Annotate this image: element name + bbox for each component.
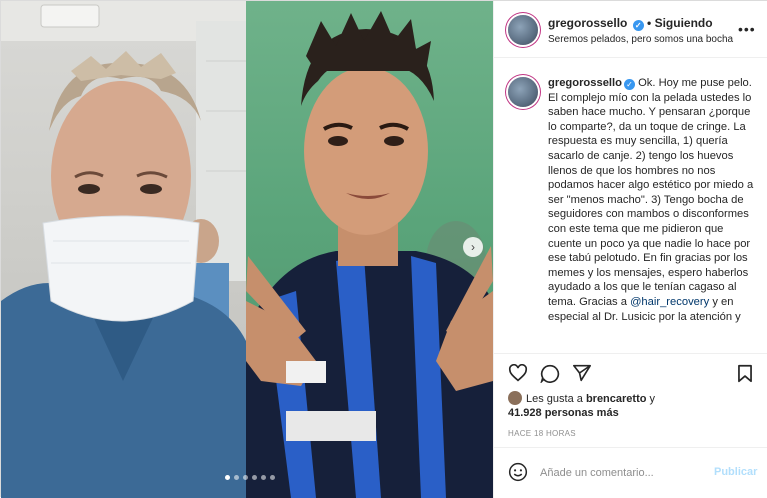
chevron-right-icon: › — [471, 240, 475, 254]
verified-badge-icon: ✓ — [632, 20, 644, 31]
carousel-dot — [270, 475, 275, 480]
verified-badge-icon: ✓ — [623, 79, 635, 90]
carousel-indicator — [225, 475, 275, 480]
carousel-dot — [261, 475, 266, 480]
comment-bubble-icon[interactable] — [540, 364, 560, 388]
post-photo-right — [246, 1, 493, 498]
like-heart-icon[interactable] — [508, 363, 528, 387]
share-send-icon[interactable] — [572, 364, 592, 387]
post-author: gregorossello ✓ • Siguiendo — [548, 16, 713, 31]
post-timestamp[interactable]: HACE 18 HORAS — [508, 429, 576, 438]
comment-input[interactable] — [540, 464, 700, 482]
caption-section: gregorossello ✓ Ok. Hoy me puse pelo. El … — [494, 59, 767, 353]
mention-link[interactable]: @hair_recovery — [630, 296, 709, 308]
avatar[interactable] — [508, 15, 538, 45]
post-side-panel: gregorossello ✓ • Siguiendo Seremos pela… — [493, 1, 767, 498]
carousel-next-button[interactable]: › — [463, 237, 483, 257]
publish-comment-button[interactable]: Publicar — [714, 466, 757, 478]
carousel-dot — [225, 475, 230, 480]
post-caption: gregorossello ✓ Ok. Hoy me puse pelo. El … — [548, 76, 754, 324]
more-options-icon[interactable]: ••• — [738, 21, 756, 37]
carousel-dot — [252, 475, 257, 480]
instagram-post: › gregorossello ✓ • Siguiendo Seremos pe… — [0, 0, 767, 498]
separator-dot: • — [647, 16, 652, 30]
avatar[interactable] — [508, 77, 538, 107]
liker-username-link[interactable]: brencaretto — [586, 393, 647, 405]
carousel-dot — [243, 475, 248, 480]
post-header: gregorossello ✓ • Siguiendo Seremos pela… — [494, 1, 767, 58]
post-location-subtitle[interactable]: Seremos pelados, pero somos una bocha — [548, 34, 733, 45]
emoji-picker-icon[interactable] — [508, 462, 528, 487]
caption-username-link[interactable]: gregorossello — [548, 77, 622, 89]
comment-composer: Publicar — [494, 447, 767, 498]
follow-status-button[interactable]: Siguiendo — [655, 16, 713, 30]
likes-mid: y — [646, 393, 656, 405]
likes-count-link[interactable]: 41.928 personas más — [508, 407, 619, 419]
caption-text: Ok. Hoy me puse pelo. El complejo mío co… — [548, 77, 754, 308]
save-bookmark-icon[interactable] — [737, 364, 753, 388]
likes-prefix: Les gusta a — [526, 393, 586, 405]
likes-summary: Les gusta a brencaretto y 41.928 persona… — [508, 391, 758, 420]
post-photo-left — [1, 1, 246, 498]
carousel-dot — [234, 475, 239, 480]
liker-avatar — [508, 391, 522, 405]
action-bar — [494, 353, 767, 389]
post-media-carousel[interactable]: › — [1, 1, 493, 498]
username-link[interactable]: gregorossello — [548, 16, 627, 30]
